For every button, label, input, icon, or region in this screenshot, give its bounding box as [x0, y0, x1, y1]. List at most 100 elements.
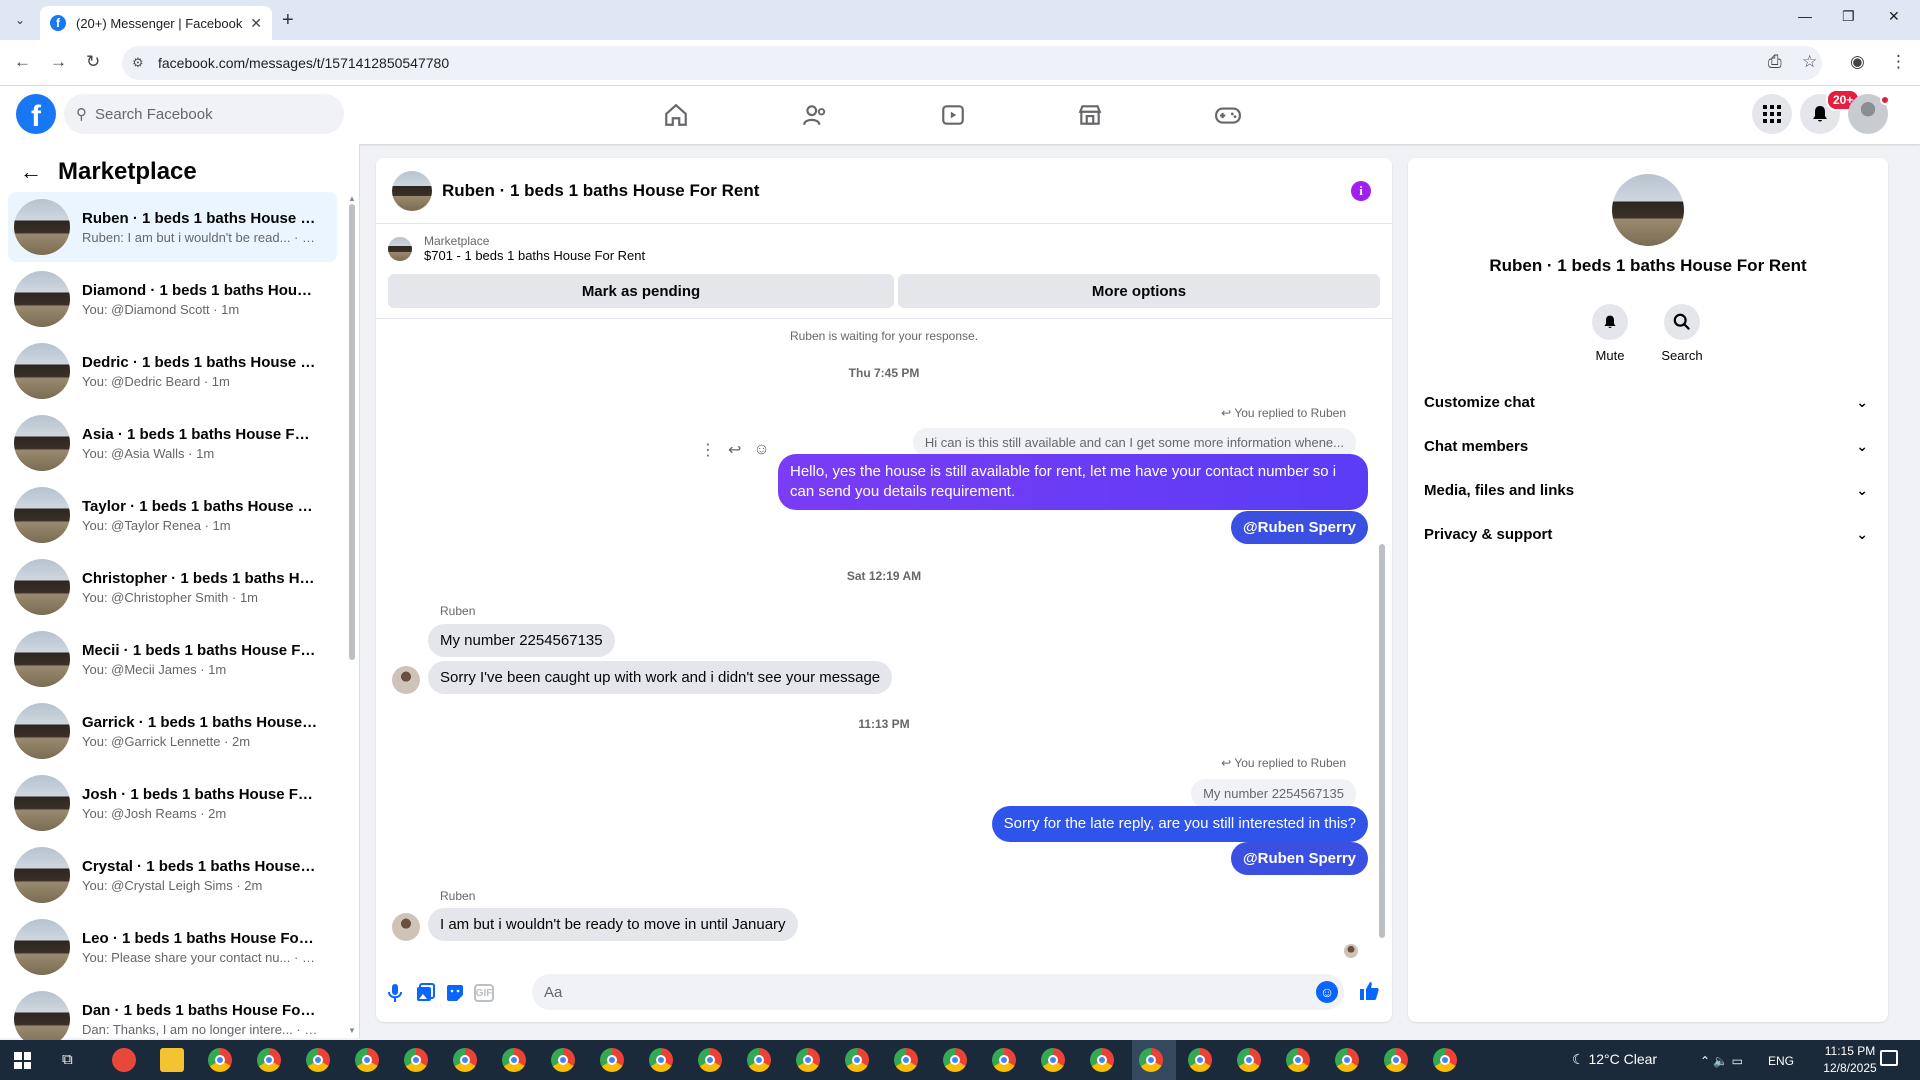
listing-profile-image[interactable]	[1612, 174, 1684, 246]
conversation-item[interactable]: Leo · 1 beds 1 baths House For R... You: …	[8, 912, 337, 982]
video-icon[interactable]	[937, 100, 969, 130]
conversation-item[interactable]: Ruben · 1 beds 1 baths House Fo... Ruben:…	[8, 192, 337, 262]
chrome-window-icon[interactable]	[649, 1048, 673, 1072]
file-explorer-icon[interactable]	[160, 1048, 184, 1072]
facebook-search[interactable]: ⚲	[64, 94, 344, 134]
chrome-window-icon[interactable]	[600, 1048, 624, 1072]
incoming-message[interactable]: Sorry I've been caught up with work and …	[428, 661, 893, 694]
outgoing-mention[interactable]: @Ruben Sperry	[1231, 511, 1368, 544]
gif-icon[interactable]: GIF	[474, 984, 494, 1002]
mark-as-pending-button[interactable]: Mark as pending	[388, 274, 894, 308]
chrome-window-icon[interactable]	[1041, 1048, 1065, 1072]
chrome-window-icon[interactable]	[796, 1048, 820, 1072]
info-icon[interactable]: i	[1351, 181, 1371, 201]
chrome-window-icon[interactable]	[208, 1048, 232, 1072]
browser-menu-icon[interactable]: ⋮	[1890, 52, 1907, 72]
windows-start-icon[interactable]	[14, 1052, 31, 1069]
chrome-window-icon[interactable]	[306, 1048, 330, 1072]
app-icon[interactable]	[112, 1048, 136, 1072]
profile-icon[interactable]: ◉	[1850, 52, 1865, 72]
tab-search-button[interactable]: ⌄	[10, 10, 30, 30]
chrome-window-icon[interactable]	[1188, 1048, 1212, 1072]
sidebar-scrollbar[interactable]	[349, 204, 355, 660]
chrome-window-icon[interactable]	[1384, 1048, 1408, 1072]
install-app-icon[interactable]: ⎙	[1768, 52, 1782, 72]
url-field[interactable]: facebook.com/messages/t/1571412850547780	[122, 46, 1822, 80]
browser-tab[interactable]: f (20+) Messenger | Facebook ✕	[40, 6, 272, 40]
friends-icon[interactable]	[799, 100, 831, 130]
chrome-window-icon[interactable]	[257, 1048, 281, 1072]
conversation-item[interactable]: Mecii · 1 beds 1 baths House For ... You:…	[8, 624, 337, 694]
close-tab-icon[interactable]: ✕	[250, 15, 262, 32]
chrome-window-icon[interactable]	[1433, 1048, 1457, 1072]
clock-time[interactable]: 11:15 PM	[1820, 1044, 1880, 1058]
notification-center-icon[interactable]	[1880, 1050, 1898, 1066]
photo-icon[interactable]	[414, 982, 436, 1004]
conversation-item[interactable]: Diamond · 1 beds 1 baths House ... You: @…	[8, 264, 337, 334]
listing-summary[interactable]: Marketplace $701 - 1 beds 1 baths House …	[388, 234, 645, 263]
gaming-icon[interactable]	[1212, 100, 1244, 130]
chrome-window-icon[interactable]	[1237, 1048, 1261, 1072]
conversation-item[interactable]: Asia · 1 beds 1 baths House For ... You: …	[8, 408, 337, 478]
tray-icons[interactable]: ⌃ 🔈 ▭	[1700, 1054, 1743, 1068]
chrome-window-icon[interactable]	[698, 1048, 722, 1072]
incoming-message[interactable]: My number 2254567135	[428, 624, 615, 657]
media-files-links-row[interactable]: Media, files and links ⌄	[1424, 468, 1880, 512]
home-icon[interactable]	[660, 100, 692, 130]
bookmark-star-icon[interactable]: ☆	[1802, 52, 1817, 72]
chat-members-row[interactable]: Chat members ⌄	[1424, 424, 1880, 468]
chrome-window-icon[interactable]	[404, 1048, 428, 1072]
quoted-message[interactable]: My number 2254567135	[1191, 779, 1356, 808]
chrome-window-icon[interactable]	[992, 1048, 1016, 1072]
mute-button[interactable]: Mute	[1580, 304, 1640, 363]
clock-date[interactable]: 12/8/2025	[1820, 1061, 1880, 1075]
conversation-item[interactable]: Taylor · 1 beds 1 baths House For... You:…	[8, 480, 337, 550]
scroll-down-icon[interactable]: ▼	[348, 1026, 356, 1035]
more-options-button[interactable]: More options	[898, 274, 1380, 308]
quoted-message[interactable]: Hi can is this still available and can I…	[912, 428, 1356, 457]
react-emoji-icon[interactable]: ☺	[753, 441, 769, 459]
restore-button[interactable]: ❐	[1842, 8, 1855, 25]
chat-scrollbar[interactable]	[1378, 328, 1386, 960]
more-actions-icon[interactable]: ⋮	[700, 440, 716, 460]
chrome-window-icon[interactable]	[894, 1048, 918, 1072]
conversation-item[interactable]: Josh · 1 beds 1 baths House For ... You: …	[8, 768, 337, 838]
privacy-support-row[interactable]: Privacy & support ⌄	[1424, 512, 1880, 556]
conversation-item[interactable]: Dedric · 1 beds 1 baths House Fo... You: …	[8, 336, 337, 406]
new-tab-button[interactable]: +	[282, 9, 294, 32]
marketplace-icon[interactable]	[1074, 100, 1106, 130]
outgoing-mention[interactable]: @Ruben Sperry	[1231, 842, 1368, 875]
chrome-window-icon[interactable]	[1090, 1048, 1114, 1072]
chrome-window-icon[interactable]	[1139, 1048, 1163, 1072]
sticker-icon[interactable]	[444, 982, 466, 1004]
chrome-window-icon[interactable]	[502, 1048, 526, 1072]
chrome-window-icon[interactable]	[551, 1048, 575, 1072]
chrome-window-icon[interactable]	[747, 1048, 771, 1072]
contact-avatar[interactable]	[392, 913, 420, 941]
chrome-window-icon[interactable]	[845, 1048, 869, 1072]
chrome-window-icon[interactable]	[943, 1048, 967, 1072]
site-info-icon[interactable]: ⚙	[132, 55, 144, 71]
back-icon[interactable]: ←	[14, 52, 31, 72]
weather-widget[interactable]: ☾ 12°C Clear	[1572, 1051, 1657, 1068]
reload-icon[interactable]: ↻	[86, 52, 100, 72]
input-language[interactable]: ENG	[1768, 1054, 1794, 1068]
task-view-icon[interactable]: ⧉	[62, 1051, 73, 1068]
facebook-logo-icon[interactable]: f	[16, 94, 56, 134]
thumbs-up-icon[interactable]	[1358, 980, 1380, 1008]
conversation-item[interactable]: Garrick · 1 beds 1 baths House F... You: …	[8, 696, 337, 766]
incoming-message[interactable]: I am but i wouldn't be ready to move in …	[428, 908, 798, 941]
chrome-window-icon[interactable]	[453, 1048, 477, 1072]
outgoing-message[interactable]: Sorry for the late reply, are you still …	[991, 806, 1368, 842]
close-window-button[interactable]: ✕	[1888, 8, 1900, 25]
search-conversation-button[interactable]: Search	[1652, 304, 1712, 363]
chrome-window-icon[interactable]	[1335, 1048, 1359, 1072]
outgoing-message[interactable]: Hello, yes the house is still available …	[778, 454, 1368, 510]
chrome-window-icon[interactable]	[355, 1048, 379, 1072]
minimize-button[interactable]: —	[1798, 8, 1812, 24]
menu-grid-icon[interactable]	[1752, 94, 1792, 134]
forward-icon[interactable]: →	[50, 52, 67, 72]
back-arrow-icon[interactable]: ←	[20, 159, 42, 185]
conversation-item[interactable]: Crystal · 1 beds 1 baths House Fo... You:…	[8, 840, 337, 910]
search-input[interactable]	[95, 105, 315, 123]
